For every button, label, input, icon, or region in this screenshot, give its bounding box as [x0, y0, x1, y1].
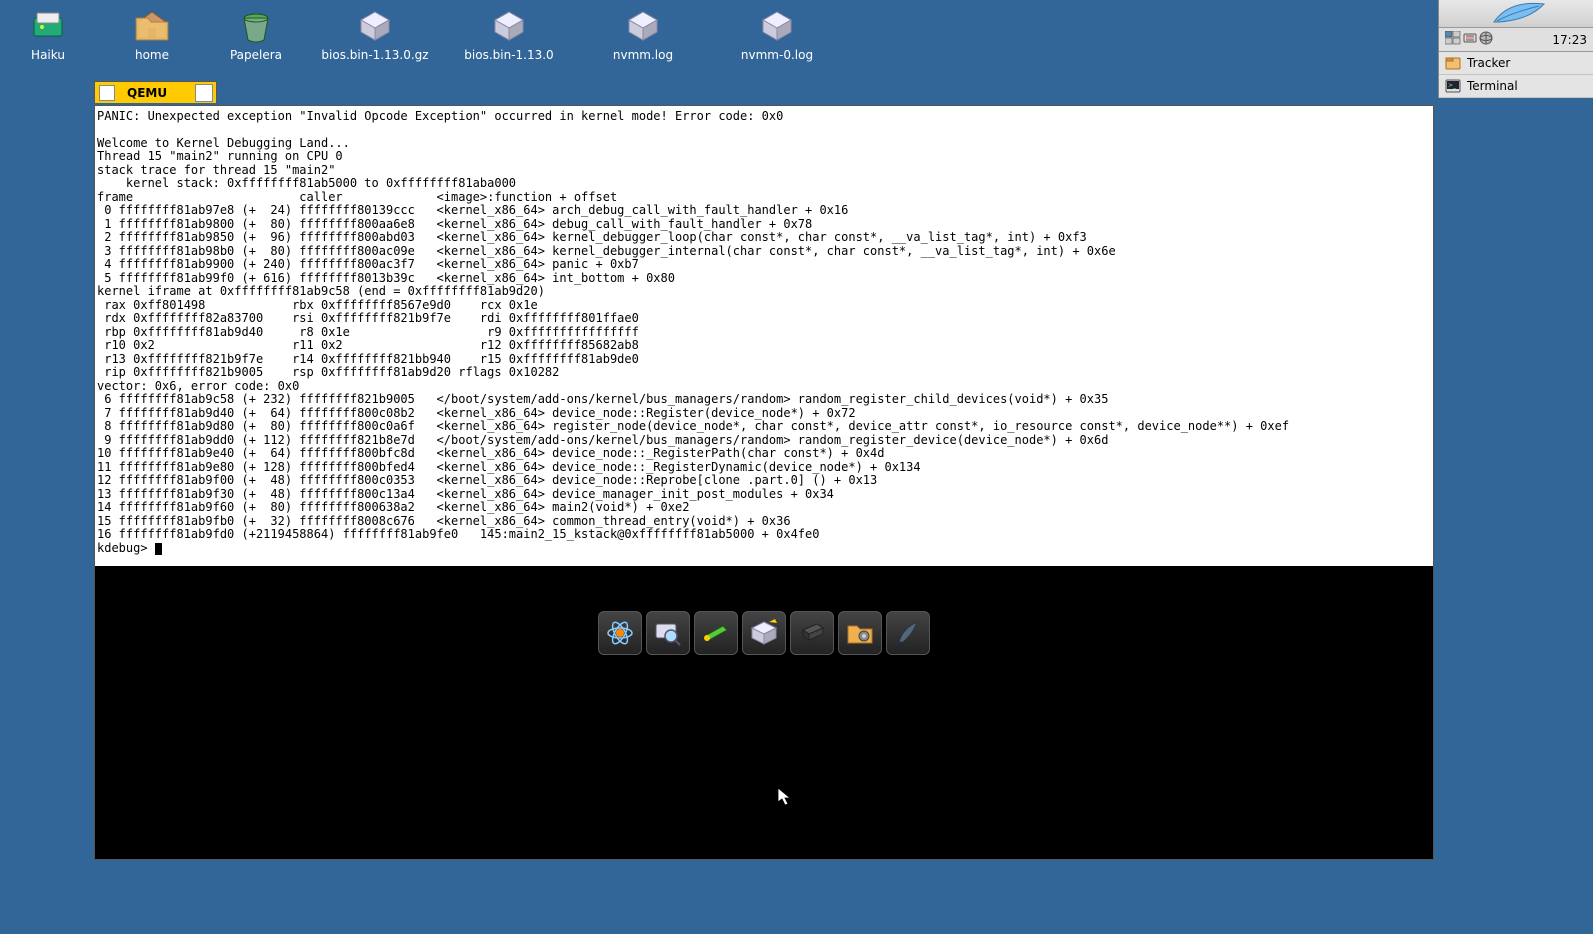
clock[interactable]: 17:23: [1552, 33, 1587, 47]
deskbar-app-tracker[interactable]: Tracker: [1439, 52, 1593, 75]
file-icon: [491, 8, 527, 44]
window-tab[interactable]: QEMU: [94, 81, 217, 103]
file-icon: [759, 8, 795, 44]
nvmm0-log-file-icon[interactable]: nvmm-0.log: [722, 8, 832, 62]
deskbar-leaf-menu[interactable]: [1439, 0, 1593, 28]
terminal-icon: >_: [1445, 78, 1461, 94]
bios-file-icon[interactable]: bios.bin-1.13.0: [454, 8, 564, 62]
icon-label: Haiku: [31, 48, 65, 62]
close-button[interactable]: [99, 85, 115, 101]
trash-can-icon: [238, 8, 274, 44]
leaf-icon: [1489, 0, 1549, 26]
deskbar-tray: 17:23: [1439, 28, 1593, 52]
icon-label: Papelera: [230, 48, 282, 62]
dock-devices[interactable]: [790, 611, 834, 655]
icon-label: nvmm.log: [613, 48, 673, 62]
haiku-volume-icon[interactable]: Haiku: [8, 8, 88, 62]
bios-gz-file-icon[interactable]: bios.bin-1.13.0.gz: [320, 8, 430, 62]
icon-label: bios.bin-1.13.0.gz: [321, 48, 428, 62]
network-icon[interactable]: [1479, 31, 1493, 49]
home-folder-icon[interactable]: home: [112, 8, 192, 62]
desktop-icons: Haiku home Papelera bios.bin-1.13.0.gz b…: [8, 8, 832, 62]
probe-icon: [701, 618, 731, 648]
tracker-icon: [1445, 55, 1461, 71]
dock-stylededit[interactable]: [886, 611, 930, 655]
app-label: Terminal: [1467, 79, 1518, 93]
chip-icon: [797, 618, 827, 648]
drive-icon: [749, 618, 779, 648]
workspaces-icon[interactable]: [1445, 31, 1461, 49]
atom-icon: [605, 618, 635, 648]
folder-home-icon: [134, 8, 170, 44]
keymap-icon[interactable]: [1463, 31, 1477, 49]
haiku-dock: [598, 611, 930, 655]
framebuffer-unused: [95, 566, 1433, 859]
qemu-framebuffer[interactable]: PANIC: Unexpected exception "Invalid Opc…: [94, 105, 1434, 860]
deskbar-app-terminal[interactable]: >_ Terminal: [1439, 75, 1593, 98]
file-icon: [357, 8, 393, 44]
svg-text:>_: >_: [1448, 82, 1457, 89]
app-label: Tracker: [1467, 56, 1510, 70]
dock-drivesetup[interactable]: [742, 611, 786, 655]
feather-icon: [893, 618, 923, 648]
disk-icon: [30, 8, 66, 44]
magnify-icon: [653, 618, 683, 648]
dock-diskprobe[interactable]: [694, 611, 738, 655]
tray-icons: [1445, 31, 1493, 49]
nvmm-log-file-icon[interactable]: nvmm.log: [588, 8, 698, 62]
deskbar: 17:23 Tracker >_ Terminal: [1438, 0, 1593, 98]
file-icon: [625, 8, 661, 44]
kernel-debug-output: PANIC: Unexpected exception "Invalid Opc…: [95, 106, 1433, 560]
dock-magnify[interactable]: [646, 611, 690, 655]
icon-label: home: [135, 48, 169, 62]
window-title: QEMU: [119, 86, 195, 100]
zoom-button[interactable]: [195, 84, 213, 102]
deskbar-app-list: Tracker >_ Terminal: [1439, 52, 1593, 98]
trash-icon[interactable]: Papelera: [216, 8, 296, 62]
gear-folder-icon: [845, 618, 875, 648]
icon-label: nvmm-0.log: [741, 48, 813, 62]
dock-preferences[interactable]: [838, 611, 882, 655]
dock-activity-monitor[interactable]: [598, 611, 642, 655]
icon-label: bios.bin-1.13.0: [464, 48, 553, 62]
qemu-window: QEMU PANIC: Unexpected exception "Invali…: [94, 81, 1434, 860]
